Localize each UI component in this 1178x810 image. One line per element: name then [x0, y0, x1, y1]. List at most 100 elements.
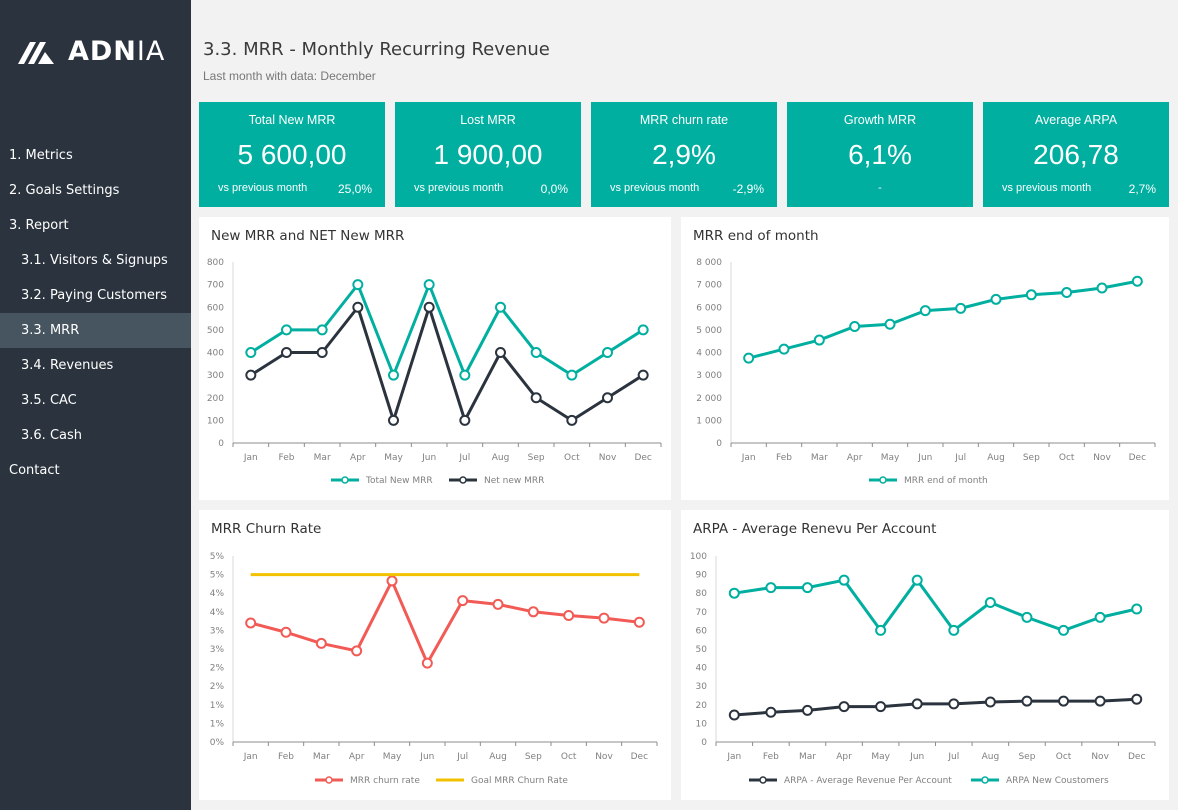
x-tick-label: May — [383, 752, 402, 762]
legend-label: ARPA - Average Revenue Per Account — [784, 776, 952, 786]
data-point[interactable] — [838, 574, 850, 586]
data-point[interactable] — [457, 595, 469, 607]
sidebar-item[interactable]: Contact — [0, 453, 191, 488]
x-tick-label: Nov — [595, 752, 613, 762]
legend-label: Goal MRR Churn Rate — [471, 776, 568, 786]
data-point[interactable] — [245, 369, 257, 381]
data-point[interactable] — [566, 369, 578, 381]
y-tick-label: 2% — [210, 682, 225, 692]
data-point[interactable] — [728, 709, 740, 721]
data-point[interactable] — [1021, 695, 1033, 707]
sidebar-item[interactable]: 3.4. Revenues — [0, 348, 191, 383]
data-point[interactable] — [530, 392, 542, 404]
x-tick-label: Sep — [1018, 752, 1035, 762]
sidebar-item[interactable]: 3.6. Cash — [0, 418, 191, 453]
data-point[interactable] — [459, 369, 471, 381]
data-point[interactable] — [984, 696, 996, 708]
kpi-delta: -2,9% — [732, 182, 764, 196]
data-point[interactable] — [423, 279, 435, 291]
data-point[interactable] — [637, 324, 649, 336]
sidebar-item[interactable]: 3. Report — [0, 208, 191, 243]
data-point[interactable] — [765, 706, 777, 718]
data-point[interactable] — [280, 626, 292, 638]
sidebar-item[interactable]: 1. Metrics — [0, 138, 191, 173]
data-point[interactable] — [316, 347, 328, 358]
data-point[interactable] — [728, 587, 740, 599]
data-point[interactable] — [351, 645, 363, 657]
data-point[interactable] — [527, 606, 539, 618]
x-tick-label: Aug — [987, 453, 1005, 463]
sidebar-item[interactable]: 3.3. MRR — [0, 313, 191, 348]
data-point[interactable] — [459, 414, 471, 426]
data-point[interactable] — [1061, 287, 1073, 299]
data-point[interactable] — [765, 582, 777, 594]
sidebar-item[interactable]: 3.2. Paying Customers — [0, 278, 191, 313]
data-point[interactable] — [316, 324, 328, 336]
sidebar-item[interactable]: 2. Goals Settings — [0, 173, 191, 208]
chart-new-mrr: 0 100 200 300 400 500 600 700 800 Jan Feb Mar Apr May… — [207, 258, 662, 486]
data-point[interactable] — [602, 347, 613, 358]
data-point[interactable] — [1131, 275, 1143, 287]
data-point[interactable] — [598, 612, 610, 624]
data-point[interactable] — [990, 293, 1002, 305]
data-point[interactable] — [813, 334, 825, 346]
data-point[interactable] — [801, 704, 813, 716]
data-point[interactable] — [633, 616, 645, 628]
data-point[interactable] — [743, 352, 755, 364]
y-tick-label: 3% — [210, 645, 225, 655]
x-tick-label: Apr — [349, 752, 365, 762]
data-point[interactable] — [281, 324, 292, 336]
sidebar-item[interactable]: 3.1. Visitors & Signups — [0, 243, 191, 278]
data-point[interactable] — [352, 301, 364, 313]
data-point[interactable] — [637, 369, 649, 381]
data-point[interactable] — [911, 698, 923, 710]
data-point[interactable] — [778, 343, 790, 355]
data-point[interactable] — [388, 369, 399, 381]
data-point[interactable] — [245, 347, 257, 358]
data-point[interactable] — [492, 598, 504, 610]
data-point[interactable] — [801, 582, 813, 594]
data-point[interactable] — [245, 617, 257, 629]
data-point[interactable] — [1094, 611, 1106, 623]
data-point[interactable] — [875, 624, 887, 636]
data-point[interactable] — [315, 637, 327, 649]
data-point[interactable] — [1094, 695, 1106, 707]
data-point[interactable] — [875, 701, 887, 713]
y-tick-label: 2 000 — [696, 394, 722, 404]
data-point[interactable] — [388, 414, 399, 426]
data-point[interactable] — [948, 624, 960, 636]
data-point[interactable] — [386, 575, 398, 587]
y-tick-label: 1% — [210, 719, 225, 729]
data-point[interactable] — [1021, 611, 1033, 623]
data-point[interactable] — [423, 301, 435, 313]
x-tick-label: Nov — [1093, 453, 1111, 463]
data-point[interactable] — [563, 610, 575, 622]
data-point[interactable] — [919, 305, 931, 317]
data-point[interactable] — [911, 574, 923, 586]
data-point[interactable] — [421, 657, 433, 669]
data-point[interactable] — [955, 302, 967, 314]
data-point[interactable] — [849, 320, 861, 332]
data-point[interactable] — [984, 597, 996, 608]
data-point[interactable] — [1096, 282, 1108, 294]
data-point[interactable] — [495, 347, 506, 358]
data-point[interactable] — [838, 701, 850, 713]
data-point[interactable] — [1131, 603, 1143, 615]
data-point[interactable] — [352, 279, 364, 291]
data-point[interactable] — [566, 414, 578, 426]
data-point[interactable] — [602, 392, 613, 404]
logo[interactable]: ADNIA — [16, 36, 165, 67]
data-point[interactable] — [1131, 693, 1143, 705]
data-point[interactable] — [1025, 289, 1037, 301]
data-point[interactable] — [1058, 624, 1070, 636]
data-point[interactable] — [281, 347, 292, 358]
data-point[interactable] — [884, 318, 896, 330]
x-tick-label: Sep — [1023, 453, 1040, 463]
data-point[interactable] — [495, 301, 506, 313]
kpi-delta: 2,7% — [1128, 182, 1156, 196]
y-tick-label: 500 — [207, 326, 224, 336]
data-point[interactable] — [948, 698, 960, 710]
data-point[interactable] — [1058, 695, 1070, 707]
data-point[interactable] — [530, 347, 542, 358]
sidebar-item[interactable]: 3.5. CAC — [0, 383, 191, 418]
